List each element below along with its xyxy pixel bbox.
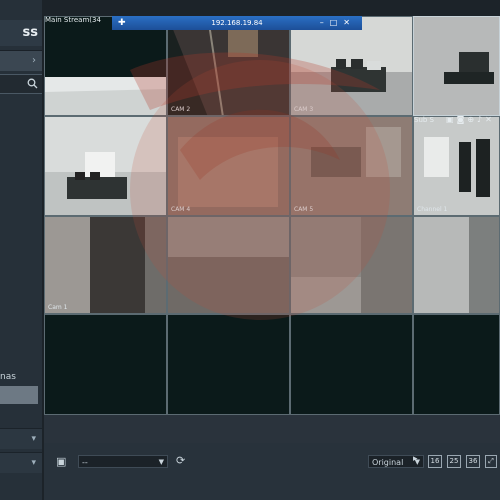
refresh-icon[interactable]: ⟳ — [176, 454, 185, 467]
video-grid: CAM 2 CAM 3 CAM 4 CAM 5 Channel 1 Cam 1 — [44, 16, 500, 415]
camera-label: CAM 4 — [171, 206, 191, 213]
camera-label: CAM 2 — [171, 106, 191, 113]
video-tile[interactable] — [290, 216, 413, 314]
fullscreen-icon[interactable]: ⤢ — [485, 455, 497, 468]
sidebar-item-label[interactable]: nas — [0, 372, 16, 382]
video-tile[interactable]: CAM 3 — [290, 16, 413, 116]
video-tile[interactable]: Channel 1 — [413, 116, 500, 216]
window-titlebar[interactable]: ✚ 192.168.19.84 –□✕ — [112, 16, 362, 30]
chevron-down-icon: ▾ — [31, 458, 36, 468]
zoom-icon[interactable]: ⊕ — [467, 115, 477, 124]
close-icon[interactable]: ✕ — [343, 18, 356, 27]
fit-icon[interactable]: ▸ — [413, 454, 418, 464]
main-stream-label: Main Stream(34 — [45, 16, 101, 24]
layout-36-button[interactable]: 36 — [466, 455, 480, 468]
sidebar-search[interactable] — [0, 74, 42, 94]
app-title: ss — [0, 20, 42, 46]
layout-16-button[interactable]: 16 — [428, 455, 442, 468]
save-icon[interactable]: ▣ — [56, 455, 66, 468]
search-icon[interactable] — [27, 78, 38, 89]
stream-select-value: -- — [82, 458, 88, 467]
video-tile-empty[interactable] — [290, 314, 413, 415]
minimize-icon[interactable]: – — [320, 18, 330, 27]
sidebar: ss › nas ▾ ▾ — [0, 0, 42, 500]
video-tile-empty[interactable] — [413, 314, 500, 415]
video-tile[interactable]: Cam 1 — [44, 216, 167, 314]
video-tile-selected[interactable] — [413, 16, 500, 116]
video-tile[interactable]: CAM 5 — [290, 116, 413, 216]
sidebar-section-toggle-2[interactable]: ▾ — [0, 452, 42, 473]
stream-select[interactable]: -- ▼ — [78, 455, 168, 468]
audio-icon[interactable]: ♪ — [477, 115, 485, 124]
video-tile[interactable] — [413, 216, 500, 314]
camera-label: CAM 3 — [294, 106, 314, 113]
snapshot-icon[interactable]: ▣ — [446, 115, 457, 124]
sub-stream-label: Sub S — [414, 116, 434, 124]
video-tile[interactable] — [167, 216, 290, 314]
camera-label: Channel 1 — [417, 206, 448, 213]
chevron-right-icon: › — [32, 55, 36, 66]
bottom-toolbar — [44, 443, 500, 500]
video-tile[interactable]: CAM 2 — [167, 16, 290, 116]
layout-25-button[interactable]: 25 — [447, 455, 461, 468]
video-tile[interactable] — [44, 116, 167, 216]
chevron-down-icon: ▾ — [31, 434, 36, 444]
status-strip — [44, 415, 500, 443]
camera-icon[interactable]: ◙ — [457, 115, 468, 124]
video-tile-empty[interactable] — [167, 314, 290, 415]
camera-label: Cam 1 — [48, 304, 68, 311]
video-tile-empty[interactable] — [44, 314, 167, 415]
video-tile[interactable] — [44, 16, 167, 116]
chevron-down-icon: ▼ — [158, 458, 164, 466]
video-tile[interactable]: CAM 4 — [167, 116, 290, 216]
scale-select-value: Original — [372, 458, 404, 467]
tile-toolbar: ▣◙⊕♪✕ — [446, 115, 495, 124]
restore-icon[interactable]: □ — [330, 18, 344, 27]
close-icon[interactable]: ✕ — [485, 115, 495, 124]
sidebar-section-toggle[interactable]: ▾ — [0, 428, 42, 449]
camera-label: CAM 5 — [294, 206, 314, 213]
sidebar-collapse-row[interactable]: › — [0, 50, 42, 71]
sidebar-selected-item[interactable] — [0, 386, 38, 404]
